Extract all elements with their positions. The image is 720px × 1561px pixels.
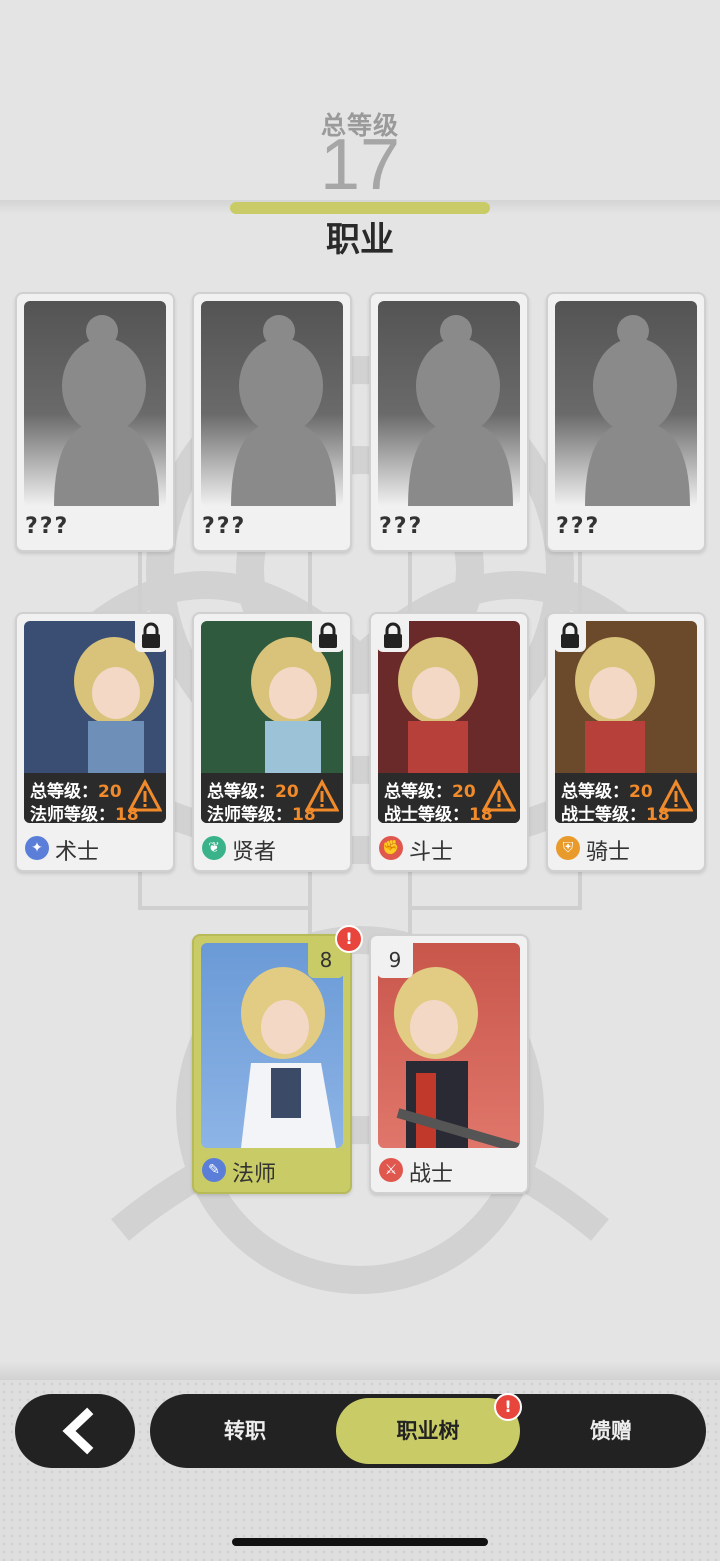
locked-class-card-1[interactable]: ??? [15,292,175,552]
class-name: ??? [379,514,424,539]
shield-icon: ⛨ [556,836,580,860]
connector [138,548,142,616]
class-name: 术士 [55,840,100,865]
class-level: 9 [377,942,413,978]
locked-class-card-4[interactable]: ??? [546,292,706,552]
total-level-value: 17 [319,125,401,205]
level-requirement: 总等级：20 法师等级：18 [24,773,166,823]
silhouette-portrait [555,301,697,506]
warning-icon [305,779,339,812]
tab-class-tree[interactable]: 职业树 [336,1398,520,1464]
alert-badge: ! [494,1393,522,1421]
class-card-mage[interactable]: 8 ✎ 法师 [192,934,352,1194]
fist-icon: ✊ [379,836,403,860]
warning-icon [128,779,162,812]
silhouette-portrait [201,301,343,506]
sword-icon: ⚔ [379,1158,403,1182]
class-name: 贤者 [232,840,277,865]
class-card-warrior[interactable]: 9 ⚔ 战士 [369,934,529,1194]
warning-icon [482,779,516,812]
class-name: ??? [202,514,247,539]
locked-class-card-3[interactable]: ??? [369,292,529,552]
class-name: 骑士 [586,840,631,865]
locked-class-card-2[interactable]: ??? [192,292,352,552]
tab-job-change[interactable]: 转职 [150,1394,340,1468]
connector [138,868,142,910]
connector [138,906,312,910]
staff-icon: ✎ [202,1158,226,1182]
level-requirement: 总等级：20 战士等级：18 [555,773,697,823]
connector [408,548,412,616]
home-indicator [232,1538,488,1546]
connector [578,868,582,910]
class-name: ??? [556,514,601,539]
footer-shadow [0,1362,720,1380]
class-name: ??? [25,514,70,539]
warning-icon [659,779,693,812]
bottom-tab-bar: 转职 职业树 馈赠 [150,1394,706,1468]
connector [408,906,582,910]
class-card-knight[interactable]: 总等级：20 战士等级：18 ⛨ 骑士 [546,612,706,872]
level-requirement: 总等级：20 法师等级：18 [201,773,343,823]
class-card-fighter[interactable]: 总等级：20 战士等级：18 ✊ 斗士 [369,612,529,872]
connector [578,548,582,616]
class-name: 斗士 [409,840,454,865]
class-name: 战士 [409,1162,454,1187]
tab-gifts[interactable]: 馈赠 [516,1394,706,1468]
connector [408,868,412,940]
sorcery-icon: ✦ [25,836,49,860]
class-card-sorcerer[interactable]: 总等级：20 法师等级：18 ✦ 术士 [15,612,175,872]
lock-icon [377,620,409,652]
lock-icon [554,620,586,652]
class-card-sage[interactable]: 总等级：20 法师等级：18 ❦ 贤者 [192,612,352,872]
silhouette-portrait [378,301,520,506]
silhouette-portrait [24,301,166,506]
class-name: 法师 [232,1162,277,1187]
connector [308,868,312,940]
leaf-staff-icon: ❦ [202,836,226,860]
back-button[interactable] [15,1394,135,1468]
lock-icon [135,620,167,652]
level-requirement: 总等级：20 战士等级：18 [378,773,520,823]
lock-icon [312,620,344,652]
chevron-left-icon [62,1407,94,1455]
alert-badge: ! [335,925,363,953]
page-title: 职业 [326,220,394,260]
connector [308,548,312,616]
